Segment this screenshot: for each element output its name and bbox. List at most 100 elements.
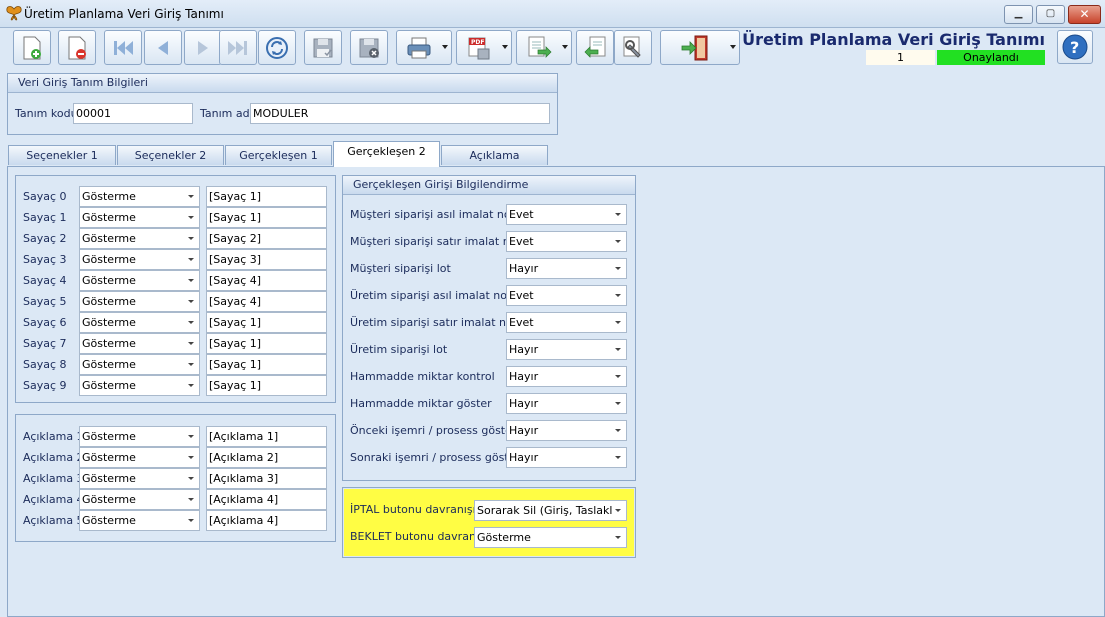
counter-text-field[interactable]: [Sayaç 3] [206, 249, 327, 270]
import-button[interactable] [576, 30, 614, 65]
hold-behavior-select[interactable]: Gösterme [474, 527, 627, 548]
description-mode-select[interactable]: Gösterme [79, 468, 200, 489]
help-button[interactable]: ? [1057, 30, 1093, 64]
tab-secenekler-1[interactable]: Seçenekler 1 [8, 145, 116, 165]
realized-option-label: Üretim siparişi satır imalat notu [350, 316, 525, 329]
counter-mode-select[interactable]: Gösterme [79, 207, 200, 228]
description-mode-select[interactable]: Gösterme [79, 510, 200, 531]
close-button[interactable]: ✕ [1068, 5, 1101, 24]
refresh-button[interactable] [258, 30, 296, 65]
minimize-button[interactable]: ▁ [1004, 5, 1033, 24]
counter-text-field[interactable]: [Sayaç 1] [206, 312, 327, 333]
counter-mode-select[interactable]: Gösterme [79, 291, 200, 312]
chevron-down-icon [188, 456, 194, 459]
export-button[interactable] [516, 30, 572, 65]
counter-mode-select[interactable]: Gösterme [79, 354, 200, 375]
chevron-down-icon [188, 279, 194, 282]
next-record-button[interactable] [184, 30, 222, 65]
realized-option-select[interactable]: Evet [506, 231, 627, 252]
code-field[interactable]: 00001 [73, 103, 193, 124]
tab-secenekler-2[interactable]: Seçenekler 2 [117, 145, 224, 165]
descriptions-panel: Açıklama 1 Gösterme [Açıklama 1] Açıklama 2… [15, 414, 336, 542]
description-mode-select[interactable]: Gösterme [79, 489, 200, 510]
counter-mode-select[interactable]: Gösterme [79, 312, 200, 333]
tab-gerceklesen-2[interactable]: Gerçekleşen 2 [333, 141, 440, 167]
realized-option-select[interactable]: Evet [506, 312, 627, 333]
chevron-down-icon [615, 294, 621, 297]
description-text-field[interactable]: [Açıklama 1] [206, 426, 327, 447]
cancel-behavior-label: İPTAL butonu davranışı [350, 503, 476, 516]
realized-option-label: Müşteri siparişi lot [350, 262, 451, 275]
counter-mode-select[interactable]: Gösterme [79, 270, 200, 291]
counter-mode-select-value: Gösterme [82, 295, 136, 308]
description-label: Açıklama 4 [23, 493, 84, 506]
tab-gerceklesen-1[interactable]: Gerçekleşen 1 [225, 145, 332, 165]
chevron-down-icon [615, 213, 621, 216]
description-label: Açıklama 3 [23, 472, 84, 485]
first-icon [114, 40, 133, 55]
counter-mode-select[interactable]: Gösterme [79, 186, 200, 207]
counter-mode-select[interactable]: Gösterme [79, 333, 200, 354]
chevron-down-icon [188, 342, 194, 345]
counter-text-field[interactable]: [Sayaç 1] [206, 207, 327, 228]
counter-text-field[interactable]: [Sayaç 2] [206, 228, 327, 249]
name-field[interactable]: MODULER [250, 103, 550, 124]
realized-option-label: Müşteri siparişi asıl imalat notu [350, 208, 522, 221]
counter-mode-select[interactable]: Gösterme [79, 375, 200, 396]
pdf-icon: PDF [468, 37, 490, 59]
counter-text-field[interactable]: [Sayaç 1] [206, 333, 327, 354]
description-text-field[interactable]: [Açıklama 3] [206, 468, 327, 489]
counter-mode-select-value: Gösterme [82, 379, 136, 392]
maximize-button[interactable]: ▢ [1036, 5, 1065, 24]
counter-text-field[interactable]: [Sayaç 4] [206, 270, 327, 291]
print-button[interactable] [396, 30, 452, 65]
realized-option-select[interactable]: Hayır [506, 339, 627, 360]
cancel-button[interactable] [350, 30, 388, 65]
realized-option-select[interactable]: Evet [506, 204, 627, 225]
description-mode-select-value: Gösterme [82, 430, 136, 443]
first-record-button[interactable] [104, 30, 142, 65]
counter-mode-select-value: Gösterme [82, 358, 136, 371]
chevron-down-icon [188, 237, 194, 240]
cancel-behavior-value: Sorarak Sil (Giriş, Taslakları) [477, 504, 612, 517]
description-text-field[interactable]: [Açıklama 4] [206, 489, 327, 510]
counter-mode-select[interactable]: Gösterme [79, 249, 200, 270]
counter-text-field[interactable]: [Sayaç 1] [206, 375, 327, 396]
counter-mode-select-value: Gösterme [82, 274, 136, 287]
realized-option-select-value: Evet [509, 208, 534, 221]
realized-option-label: Üretim siparişi lot [350, 343, 448, 356]
realized-option-select[interactable]: Hayır [506, 420, 627, 441]
settings-button[interactable] [614, 30, 652, 65]
description-mode-select[interactable]: Gösterme [79, 426, 200, 447]
info-group: Veri Giriş Tanım Bilgileri Tanım kodu 00… [7, 73, 558, 135]
description-mode-select[interactable]: Gösterme [79, 447, 200, 468]
previous-record-button[interactable] [144, 30, 182, 65]
realized-option-select[interactable]: Evet [506, 285, 627, 306]
realized-option-select[interactable]: Hayır [506, 366, 627, 387]
tab-aciklama[interactable]: Açıklama [441, 145, 548, 165]
description-text-field[interactable]: [Açıklama 2] [206, 447, 327, 468]
new-record-button[interactable] [13, 30, 51, 65]
chevron-down-icon [562, 45, 568, 49]
save-icon [313, 38, 333, 57]
counter-label: Sayaç 3 [23, 253, 67, 266]
realized-option-select[interactable]: Hayır [506, 447, 627, 468]
description-text-field[interactable]: [Açıklama 4] [206, 510, 327, 531]
save-button[interactable] [304, 30, 342, 65]
counter-text-field[interactable]: [Sayaç 4] [206, 291, 327, 312]
last-record-button[interactable] [219, 30, 257, 65]
chevron-down-icon [188, 519, 194, 522]
exit-button[interactable] [660, 30, 740, 65]
counter-mode-select[interactable]: Gösterme [79, 228, 200, 249]
chevron-down-icon [615, 456, 621, 459]
counter-text-field[interactable]: [Sayaç 1] [206, 354, 327, 375]
chevron-down-icon [188, 498, 194, 501]
delete-record-button[interactable] [58, 30, 96, 65]
cancel-behavior-select[interactable]: Sorarak Sil (Giriş, Taslakları) [474, 500, 627, 521]
hold-behavior-value: Gösterme [477, 531, 531, 544]
realized-option-select[interactable]: Hayır [506, 258, 627, 279]
realized-option-select-value: Hayır [509, 397, 539, 410]
realized-option-select[interactable]: Hayır [506, 393, 627, 414]
pdf-export-button[interactable]: PDF [456, 30, 512, 65]
counter-text-field[interactable]: [Sayaç 1] [206, 186, 327, 207]
